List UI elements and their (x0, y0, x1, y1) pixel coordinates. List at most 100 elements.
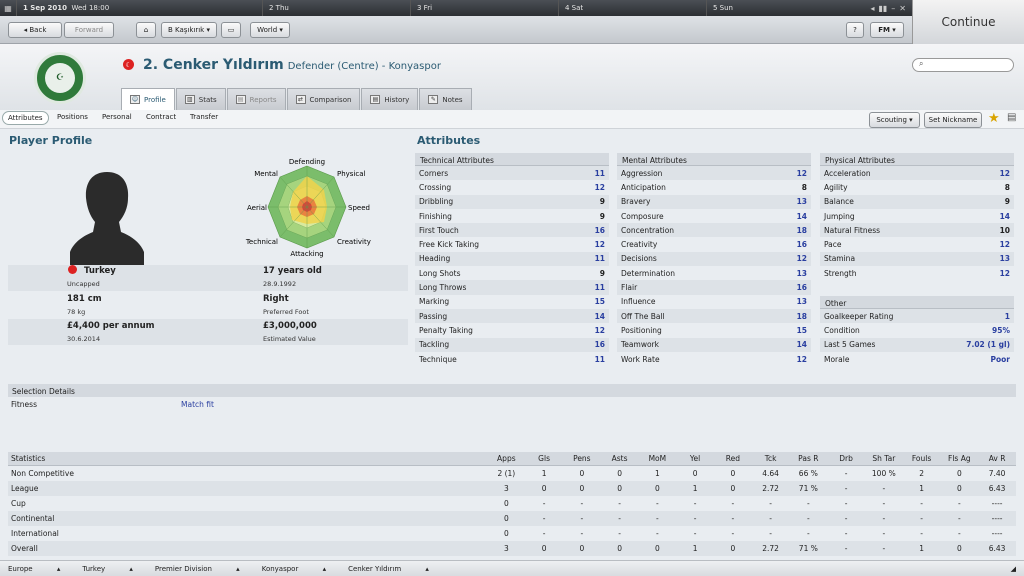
attribute-row: Technique 11 (415, 352, 609, 366)
calendar-icon[interactable]: ▦ (0, 0, 16, 16)
close-icon[interactable]: ✕ (899, 4, 906, 13)
back-button[interactable]: ◂ Back (8, 22, 62, 38)
attribute-label: Jumping (824, 211, 855, 221)
table-cell: 0 (730, 469, 736, 478)
nation-value[interactable]: Turkey (84, 266, 116, 276)
stats-column-header[interactable]: Fls Ag (940, 454, 978, 463)
stats-column-header[interactable]: Yel (676, 454, 714, 463)
stats-column-header[interactable]: Drb (827, 454, 865, 463)
tab-comparison[interactable]: ⇄ Comparison (286, 88, 361, 110)
stats-column-header[interactable]: Statistics (8, 454, 487, 463)
table-cell: 1 (692, 484, 698, 493)
fm-menu-button[interactable]: FM ▾ (870, 22, 904, 38)
table-cell: 66 % (798, 469, 818, 478)
table-cell: 1 (919, 544, 924, 553)
help-icon[interactable]: ? (846, 22, 864, 38)
attribute-value: 14 (594, 311, 605, 321)
resize-icon[interactable]: ◢ (1011, 565, 1016, 573)
table-cell: 0 (617, 544, 622, 553)
search-input[interactable]: ⌕ (912, 58, 1014, 72)
table-row: International 0- - - - - - - - - - - - ---- (8, 526, 1016, 541)
profile-row-physique: 181 cm 78 kg Right Preferred Foot (8, 291, 408, 317)
breadcrumb-turkey[interactable]: Turkey ▴ (82, 565, 133, 573)
tab-history[interactable]: ▤ History (361, 88, 419, 110)
tab-profile[interactable]: ☺ Profile (121, 88, 175, 110)
set-nickname-button[interactable]: Set Nickname (924, 112, 982, 128)
subtab-contract[interactable]: Contract (146, 113, 176, 121)
subtab-attributes[interactable]: Attributes (2, 111, 49, 125)
home-icon[interactable]: ⌂ (136, 22, 156, 38)
attribute-value: 12 (999, 268, 1010, 278)
table-cell: 100 % (871, 469, 896, 478)
profile-row-contract: £4,400 per annum 30.6.2014 £3,000,000 Es… (8, 319, 408, 345)
subtab-positions[interactable]: Positions (57, 113, 88, 121)
breadcrumb-premier-division[interactable]: Premier Division ▴ (155, 565, 240, 573)
stats-column-header[interactable]: Sh Tar (865, 454, 903, 463)
table-cell: - (920, 514, 923, 523)
stats-column-header[interactable]: Fouls (903, 454, 941, 463)
attribute-row: Balance 9 (820, 194, 1014, 209)
stats-column-header[interactable]: MoM (638, 454, 676, 463)
pause-icon[interactable]: ▮▮ (878, 4, 887, 13)
attribute-row: Teamwork 14 (617, 337, 811, 352)
continue-button[interactable]: Continue (912, 0, 1024, 44)
stats-column-header[interactable]: Pens (563, 454, 601, 463)
stats-column-header[interactable]: Red (714, 454, 752, 463)
tab-stats[interactable]: ▥ Stats (175, 88, 226, 110)
attribute-value: 12 (594, 325, 605, 335)
attribute-value: 9 (599, 268, 605, 278)
dob-value: 28.9.1992 (263, 280, 297, 288)
table-cell: 1 (692, 544, 698, 553)
attribute-row: Last 5 Games 7.02 (1 gl) (820, 337, 1014, 352)
caps-value: Uncapped (67, 280, 100, 288)
play-icon[interactable]: ◂ (870, 4, 874, 13)
foot-label: Preferred Foot (263, 308, 309, 316)
attribute-row: Long Shots 9 (415, 266, 609, 280)
table-cell: 6.43 (988, 484, 1006, 493)
table-cell: 2.72 (762, 544, 779, 553)
turkey-flag-icon: ☾ (123, 59, 134, 70)
attribute-row: Condition 95% (820, 323, 1014, 337)
attribute-value: 16 (594, 340, 605, 350)
add-note-icon[interactable]: ▤ (1007, 112, 1016, 123)
table-cell: - (542, 514, 546, 523)
stats-column-header[interactable]: Gls (525, 454, 563, 463)
tab-notes[interactable]: ✎ Notes (419, 88, 472, 110)
attribute-value: 11 (594, 354, 605, 364)
subtab-personal[interactable]: Personal (102, 113, 132, 121)
attribute-row: Tackling 16 (415, 337, 609, 352)
breadcrumb-player[interactable]: Cenker Yıldırım ▴ (348, 565, 429, 573)
current-date: 1 Sep 2010 Wed 18:00 (16, 0, 262, 16)
attribute-label: Heading (419, 254, 451, 264)
attribute-label: Marking (419, 297, 450, 307)
stats-column-header[interactable]: Pas R (789, 454, 827, 463)
estimated-value-label: Estimated Value (263, 335, 316, 343)
breadcrumb-konyaspor[interactable]: Konyaspor ▴ (262, 565, 326, 573)
subtab-transfer[interactable]: Transfer (190, 113, 218, 121)
star-icon[interactable]: ★ (988, 111, 1000, 126)
table-cell: 0 (730, 484, 736, 493)
stats-column-header[interactable]: Apps (487, 454, 525, 463)
attribute-value: 16 (594, 225, 605, 235)
scouting-dropdown[interactable]: Scouting ▾ (869, 112, 920, 128)
team-dropdown[interactable]: B Kaşıkırık ▾ (161, 22, 217, 38)
minimize-icon[interactable]: – (891, 4, 895, 13)
stats-column-header[interactable]: Av R (978, 454, 1016, 463)
statistics-table: Statistics Apps Gls Pens Asts MoM Yel Red Tck Pas… (8, 452, 1016, 556)
stats-column-header[interactable]: Asts (601, 454, 639, 463)
table-cell: - (693, 529, 697, 538)
table-cell: Cup (11, 499, 26, 508)
forward-button[interactable]: Forward (64, 22, 114, 38)
breadcrumb-europe[interactable]: Europe ▴ (8, 565, 60, 573)
inbox-icon[interactable]: ▭ (221, 22, 241, 38)
club-logo[interactable]: ☪ (34, 52, 86, 104)
table-cell: - (882, 499, 886, 508)
world-dropdown[interactable]: World ▾ (250, 22, 290, 38)
day-2: 2 Thu (262, 0, 410, 16)
stats-column-header[interactable]: Tck (752, 454, 790, 463)
attribute-row: Acceleration 12 (820, 166, 1014, 181)
tab-reports[interactable]: ▤ Reports (226, 88, 286, 110)
attribute-label: Teamwork (621, 340, 659, 350)
table-cell: 0 (503, 514, 509, 523)
attribute-label: Work Rate (621, 354, 660, 364)
